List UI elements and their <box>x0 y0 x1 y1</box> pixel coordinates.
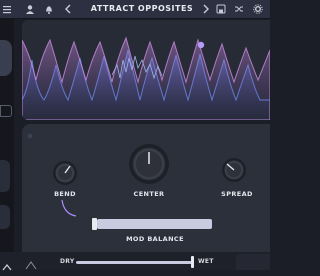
spread-label: SPREAD <box>221 190 253 198</box>
dry-wet-handle[interactable] <box>191 256 194 268</box>
bend-label: BEND <box>54 190 76 198</box>
sidebar-handle[interactable] <box>0 105 12 117</box>
mod-balance-accent <box>60 198 90 220</box>
waveform-display <box>22 36 270 120</box>
next-icon[interactable] <box>200 2 212 16</box>
center-knob[interactable] <box>128 143 170 185</box>
collapse-icon[interactable] <box>0 257 14 271</box>
sidebar-knob-slot-2[interactable] <box>0 205 10 229</box>
preset-name[interactable]: ATTRACT OPPOSITES <box>78 2 206 16</box>
menu-icon[interactable] <box>0 2 14 16</box>
sidebar-knob-slot[interactable] <box>0 160 10 192</box>
spread-knob[interactable] <box>221 157 247 183</box>
mod-balance-label: MOD BALANCE <box>126 235 184 243</box>
save-icon[interactable] <box>214 2 228 16</box>
footer-corner <box>236 254 270 270</box>
wet-label: WET <box>198 258 214 265</box>
prev-icon[interactable] <box>62 2 74 16</box>
settings-icon[interactable] <box>250 2 266 16</box>
bell-icon[interactable] <box>42 2 56 16</box>
mod-balance-slider[interactable] <box>97 219 212 229</box>
shuffle-icon[interactable] <box>232 2 246 16</box>
center-label: CENTER <box>133 190 165 198</box>
dry-wet-slider[interactable] <box>76 261 194 264</box>
mod-handle[interactable] <box>197 41 205 49</box>
dry-label: DRY <box>60 258 75 265</box>
user-icon[interactable] <box>22 2 38 16</box>
sidebar-tab[interactable] <box>0 40 12 76</box>
mix-link-icon[interactable] <box>24 256 38 270</box>
panel-indicator <box>22 125 38 139</box>
wave-pink <box>22 36 270 120</box>
visualizer-panel <box>22 20 270 120</box>
bend-knob[interactable] <box>52 160 78 186</box>
